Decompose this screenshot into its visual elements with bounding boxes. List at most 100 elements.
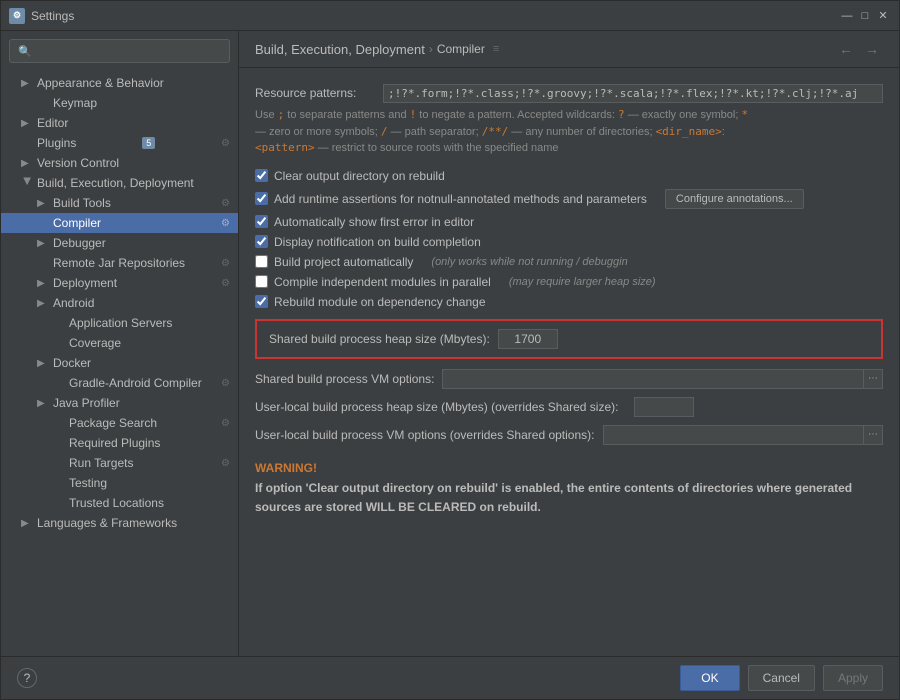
sidebar-item-package-search[interactable]: Package Search ⚙ bbox=[1, 413, 238, 433]
bottom-right: OK Cancel Apply bbox=[680, 665, 883, 691]
sidebar-item-trusted-locations[interactable]: Trusted Locations bbox=[1, 493, 238, 513]
user-vm-input[interactable] bbox=[603, 425, 865, 445]
title-bar: ⚙ Settings — □ ✕ bbox=[1, 1, 899, 31]
arrow-icon: ▶ bbox=[37, 398, 49, 409]
arrow-icon-open: ▶ bbox=[22, 177, 33, 189]
back-button[interactable]: ← bbox=[835, 39, 857, 59]
nav-tree: ▶ Appearance & Behavior Keymap ▶ Editor … bbox=[1, 71, 238, 656]
configure-annotations-button[interactable]: Configure annotations... bbox=[665, 189, 804, 209]
sidebar-item-remote-jar[interactable]: Remote Jar Repositories ⚙ bbox=[1, 253, 238, 273]
search-input[interactable] bbox=[38, 44, 221, 58]
sidebar-item-required-plugins[interactable]: Required Plugins bbox=[1, 433, 238, 453]
compile-parallel-label: Compile independent modules in parallel bbox=[274, 275, 491, 289]
display-notification-checkbox[interactable] bbox=[255, 235, 268, 248]
panel-body: Resource patterns: Use ; to separate pat… bbox=[239, 68, 899, 656]
sidebar-item-keymap[interactable]: Keymap bbox=[1, 93, 238, 113]
sidebar-item-compiler[interactable]: Compiler ⚙ bbox=[1, 213, 238, 233]
arrow-icon: ▶ bbox=[37, 278, 49, 289]
user-vm-expand-button[interactable]: ⋯ bbox=[864, 425, 883, 445]
plugins-badge: 5 bbox=[142, 137, 155, 149]
sidebar-item-debugger[interactable]: ▶ Debugger bbox=[1, 233, 238, 253]
sidebar-item-run-targets[interactable]: Run Targets ⚙ bbox=[1, 453, 238, 473]
rebuild-module-label: Rebuild module on dependency change bbox=[274, 295, 486, 309]
rebuild-module-checkbox[interactable] bbox=[255, 295, 268, 308]
sidebar-item-label: Keymap bbox=[53, 96, 97, 110]
sidebar-item-label: Editor bbox=[37, 116, 68, 130]
sidebar-item-build-tools[interactable]: ▶ Build Tools ⚙ bbox=[1, 193, 238, 213]
sidebar-item-label: Debugger bbox=[53, 236, 106, 250]
arrow-icon: ▶ bbox=[21, 518, 33, 529]
sidebar-item-label: Required Plugins bbox=[69, 436, 160, 450]
sidebar: 🔍 ▶ Appearance & Behavior Keymap ▶ Edito… bbox=[1, 31, 239, 656]
sidebar-item-java-profiler[interactable]: ▶ Java Profiler bbox=[1, 393, 238, 413]
bottom-bar: ? OK Cancel Apply bbox=[1, 656, 899, 699]
breadcrumb-compiler: Compiler bbox=[437, 42, 485, 56]
sidebar-item-coverage[interactable]: Coverage bbox=[1, 333, 238, 353]
vm-options-input[interactable] bbox=[442, 369, 864, 389]
settings-icon: ⚙ bbox=[221, 218, 230, 229]
cancel-button[interactable]: Cancel bbox=[748, 665, 815, 691]
sidebar-item-deployment[interactable]: ▶ Deployment ⚙ bbox=[1, 273, 238, 293]
sidebar-item-gradle-android[interactable]: Gradle-Android Compiler ⚙ bbox=[1, 373, 238, 393]
checkbox-clear-output: Clear output directory on rebuild bbox=[255, 169, 883, 183]
vm-options-expand-button[interactable]: ⋯ bbox=[864, 369, 883, 389]
arrow-icon: ▶ bbox=[37, 198, 49, 209]
forward-button[interactable]: → bbox=[861, 39, 883, 59]
sidebar-item-label: Build Tools bbox=[53, 196, 111, 210]
main-panel: Build, Execution, Deployment › Compiler … bbox=[239, 31, 899, 656]
sidebar-item-version-control[interactable]: ▶ Version Control bbox=[1, 153, 238, 173]
build-auto-note: (only works while not running / debuggin bbox=[431, 256, 627, 268]
settings-icon: ⚙ bbox=[221, 458, 230, 469]
runtime-assertions-label: Add runtime assertions for notnull-annot… bbox=[274, 192, 647, 206]
sidebar-item-plugins[interactable]: Plugins 5 ⚙ bbox=[1, 133, 238, 153]
search-box[interactable]: 🔍 bbox=[9, 39, 230, 63]
user-heap-input[interactable] bbox=[634, 397, 694, 417]
arrow-icon: ▶ bbox=[37, 298, 49, 309]
user-vm-label: User-local build process VM options (ove… bbox=[255, 428, 595, 442]
sidebar-item-label: Trusted Locations bbox=[69, 496, 164, 510]
sidebar-item-label: Coverage bbox=[69, 336, 121, 350]
sidebar-item-android[interactable]: ▶ Android bbox=[1, 293, 238, 313]
menu-icon: ≡ bbox=[493, 43, 499, 55]
heap-row: Shared build process heap size (Mbytes): bbox=[269, 329, 869, 349]
sidebar-item-label: Plugins bbox=[37, 136, 76, 150]
clear-output-checkbox[interactable] bbox=[255, 169, 268, 182]
sidebar-item-languages[interactable]: ▶ Languages & Frameworks bbox=[1, 513, 238, 533]
user-heap-label: User-local build process heap size (Mbyt… bbox=[255, 400, 618, 414]
sidebar-item-label: Languages & Frameworks bbox=[37, 516, 177, 530]
resource-patterns-label: Resource patterns: bbox=[255, 84, 375, 100]
user-vm-field: ⋯ bbox=[603, 425, 884, 445]
sidebar-item-editor[interactable]: ▶ Editor bbox=[1, 113, 238, 133]
breadcrumb-separator: › bbox=[429, 42, 433, 56]
sidebar-item-label: Android bbox=[53, 296, 94, 310]
ok-button[interactable]: OK bbox=[680, 665, 739, 691]
show-first-error-checkbox[interactable] bbox=[255, 215, 268, 228]
sidebar-item-appearance[interactable]: ▶ Appearance & Behavior bbox=[1, 73, 238, 93]
sidebar-item-testing[interactable]: Testing bbox=[1, 473, 238, 493]
settings-icon: ⚙ bbox=[221, 418, 230, 429]
runtime-assertions-checkbox[interactable] bbox=[255, 192, 268, 205]
build-auto-checkbox[interactable] bbox=[255, 255, 268, 268]
resource-patterns-input[interactable] bbox=[383, 84, 883, 103]
heap-input[interactable] bbox=[498, 329, 558, 349]
maximize-button[interactable]: □ bbox=[857, 8, 873, 24]
sidebar-item-docker[interactable]: ▶ Docker bbox=[1, 353, 238, 373]
compile-parallel-checkbox[interactable] bbox=[255, 275, 268, 288]
sidebar-item-label: Docker bbox=[53, 356, 91, 370]
sidebar-item-label: Run Targets bbox=[69, 456, 133, 470]
minimize-button[interactable]: — bbox=[839, 8, 855, 24]
build-auto-label: Build project automatically bbox=[274, 255, 413, 269]
sidebar-item-build-execution[interactable]: ▶ Build, Execution, Deployment bbox=[1, 173, 238, 193]
settings-window: ⚙ Settings — □ ✕ 🔍 ▶ Appearance & Behavi… bbox=[0, 0, 900, 700]
warning-title: WARNING! bbox=[255, 461, 883, 475]
sidebar-item-label: Version Control bbox=[37, 156, 119, 170]
help-button[interactable]: ? bbox=[17, 668, 37, 688]
settings-icon: ⚙ bbox=[221, 138, 230, 149]
main-content: 🔍 ▶ Appearance & Behavior Keymap ▶ Edito… bbox=[1, 31, 899, 656]
clear-output-label: Clear output directory on rebuild bbox=[274, 169, 445, 183]
close-button[interactable]: ✕ bbox=[875, 8, 891, 24]
apply-button[interactable]: Apply bbox=[823, 665, 883, 691]
sidebar-item-label: Compiler bbox=[53, 216, 101, 230]
show-first-error-label: Automatically show first error in editor bbox=[274, 215, 474, 229]
sidebar-item-application-servers[interactable]: Application Servers bbox=[1, 313, 238, 333]
